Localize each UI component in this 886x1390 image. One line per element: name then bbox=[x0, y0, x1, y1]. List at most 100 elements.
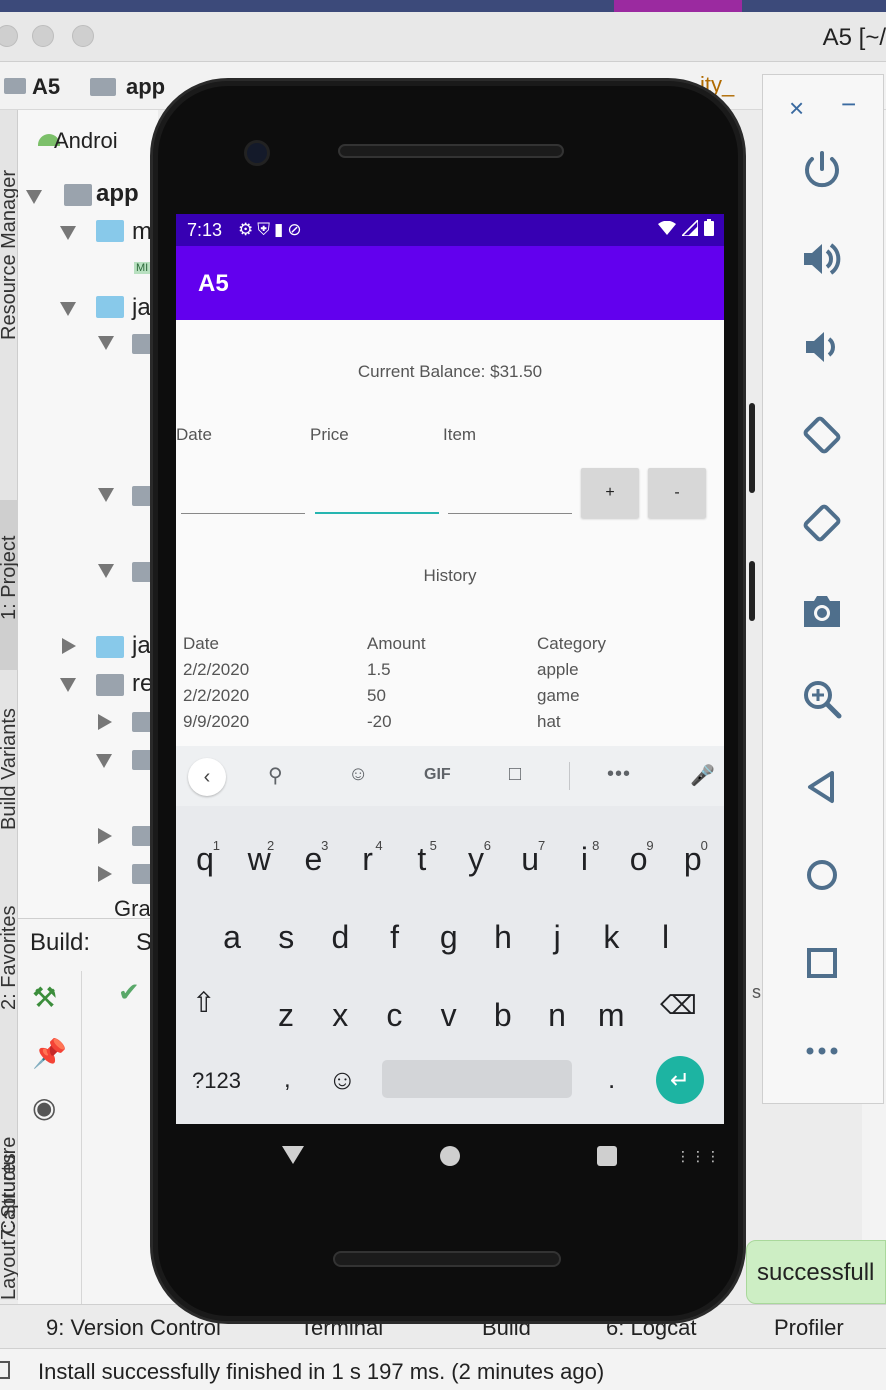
more-icon[interactable] bbox=[796, 1025, 848, 1077]
rotate-right-icon[interactable] bbox=[796, 497, 848, 549]
subtract-transaction-button[interactable]: - bbox=[648, 468, 706, 518]
camera-icon[interactable] bbox=[796, 585, 848, 637]
key-q[interactable]: q1 bbox=[178, 828, 232, 890]
enter-key[interactable]: ↵ bbox=[656, 1056, 704, 1104]
key-b[interactable]: b bbox=[476, 984, 530, 1046]
nav-recents-icon[interactable] bbox=[597, 1146, 617, 1166]
key-h[interactable]: h bbox=[476, 906, 530, 968]
comma-key[interactable]: , bbox=[284, 1066, 291, 1094]
period-key[interactable]: . bbox=[608, 1064, 615, 1095]
collapse-arrow-icon[interactable] bbox=[98, 714, 112, 730]
close-window-button[interactable] bbox=[0, 25, 18, 47]
zoom-window-button[interactable] bbox=[72, 25, 94, 47]
status-toggle-icon[interactable] bbox=[0, 1361, 10, 1379]
backspace-icon[interactable]: ⌫ bbox=[660, 990, 697, 1021]
microphone-icon[interactable]: 🎤 bbox=[690, 763, 715, 788]
breadcrumb-module[interactable]: app bbox=[126, 74, 165, 100]
space-bar[interactable] bbox=[382, 1060, 572, 1098]
expand-arrow-icon[interactable] bbox=[60, 302, 76, 316]
item-input[interactable] bbox=[448, 470, 572, 514]
power-icon[interactable] bbox=[796, 145, 848, 197]
search-icon[interactable]: ⚲ bbox=[268, 763, 283, 788]
back-icon[interactable] bbox=[796, 761, 848, 813]
emoji-icon[interactable]: ☺ bbox=[328, 1064, 357, 1096]
collapse-arrow-icon[interactable] bbox=[62, 638, 76, 654]
expand-arrow-icon[interactable] bbox=[98, 564, 114, 578]
chevron-left-icon[interactable]: ‹ bbox=[188, 758, 226, 796]
more-options-button[interactable]: ••• bbox=[607, 763, 631, 786]
tab-version-control[interactable]: 9: Version Control bbox=[46, 1315, 221, 1341]
overview-icon[interactable] bbox=[796, 937, 848, 989]
key-n[interactable]: n bbox=[530, 984, 584, 1046]
key-s[interactable]: s bbox=[259, 906, 313, 968]
volume-down-icon[interactable] bbox=[796, 321, 848, 373]
home-icon[interactable] bbox=[796, 849, 848, 901]
key-u[interactable]: u7 bbox=[503, 828, 557, 890]
rotate-left-icon[interactable] bbox=[796, 409, 848, 461]
add-transaction-button[interactable]: + bbox=[581, 468, 639, 518]
key-v[interactable]: v bbox=[422, 984, 476, 1046]
tree-label: ja bbox=[132, 294, 151, 321]
translate-icon[interactable]: □ bbox=[509, 763, 521, 786]
key-g[interactable]: g bbox=[422, 906, 476, 968]
key-i[interactable]: i8 bbox=[557, 828, 611, 890]
install-success-notification[interactable]: successfull bbox=[746, 1240, 886, 1304]
nav-back-icon[interactable] bbox=[282, 1146, 304, 1164]
key-d[interactable]: d bbox=[313, 906, 367, 968]
zoom-icon[interactable] bbox=[796, 673, 848, 725]
history-category: game bbox=[537, 686, 580, 705]
expand-arrow-icon[interactable] bbox=[98, 336, 114, 350]
minimize-window-button[interactable] bbox=[32, 25, 54, 47]
key-f[interactable]: f bbox=[368, 906, 422, 968]
pin-icon[interactable]: 📌 bbox=[32, 1037, 67, 1070]
key-m[interactable]: m bbox=[584, 984, 638, 1046]
key-w[interactable]: w2 bbox=[232, 828, 286, 890]
emulator-close-button[interactable]: × bbox=[789, 93, 804, 124]
key-label: c bbox=[386, 996, 403, 1033]
eye-icon[interactable]: ◉ bbox=[32, 1091, 56, 1124]
key-t[interactable]: t5 bbox=[395, 828, 449, 890]
key-j[interactable]: j bbox=[530, 906, 584, 968]
expand-arrow-icon[interactable] bbox=[96, 754, 112, 768]
sticker-icon[interactable]: ☺ bbox=[348, 763, 368, 786]
window-title: A5 [~/ bbox=[822, 24, 886, 51]
key-c[interactable]: c bbox=[367, 984, 421, 1046]
breadcrumb-project[interactable]: A5 bbox=[32, 74, 60, 100]
hammer-icon[interactable]: ⚒ bbox=[32, 981, 57, 1014]
collapse-arrow-icon[interactable] bbox=[98, 828, 112, 844]
symbols-key[interactable]: ?123 bbox=[192, 1068, 241, 1094]
collapse-arrow-icon[interactable] bbox=[98, 866, 112, 882]
volume-up-icon[interactable] bbox=[796, 233, 848, 285]
project-panel-title[interactable]: Androi bbox=[54, 128, 118, 154]
key-l[interactable]: l bbox=[639, 906, 693, 968]
key-p[interactable]: p0 bbox=[666, 828, 720, 890]
tab-profiler[interactable]: Profiler bbox=[774, 1315, 844, 1341]
desktop-window-edge bbox=[614, 0, 742, 12]
expand-arrow-icon[interactable] bbox=[60, 678, 76, 692]
expand-arrow-icon[interactable] bbox=[60, 226, 76, 240]
key-k[interactable]: k bbox=[584, 906, 638, 968]
keyboard-switch-icon[interactable]: ⋮⋮⋮ bbox=[676, 1148, 721, 1165]
expand-arrow-icon[interactable] bbox=[98, 488, 114, 502]
nav-home-icon[interactable] bbox=[440, 1146, 460, 1166]
key-o[interactable]: o9 bbox=[612, 828, 666, 890]
key-r[interactable]: r4 bbox=[341, 828, 395, 890]
key-label: z bbox=[278, 996, 294, 1033]
build-toolbar: ⚒ 📌 ◉ bbox=[18, 971, 82, 1305]
key-e[interactable]: e3 bbox=[286, 828, 340, 890]
gif-button[interactable]: GIF bbox=[424, 766, 451, 784]
price-input[interactable] bbox=[315, 470, 439, 514]
key-x[interactable]: x bbox=[313, 984, 367, 1046]
key-z[interactable]: z bbox=[259, 984, 313, 1046]
key-a[interactable]: a bbox=[205, 906, 259, 968]
package-icon bbox=[132, 562, 152, 582]
key-y[interactable]: y6 bbox=[449, 828, 503, 890]
build-panel-title: Build: bbox=[30, 929, 91, 956]
key-label: u bbox=[521, 840, 540, 877]
date-input[interactable] bbox=[181, 470, 305, 514]
emulator-minimize-button[interactable]: − bbox=[841, 89, 856, 120]
history-category: hat bbox=[537, 712, 561, 731]
shift-icon[interactable]: ⇧ bbox=[192, 986, 215, 1019]
table-row: 2/2/2020 50 game bbox=[183, 686, 713, 712]
expand-arrow-icon[interactable] bbox=[26, 190, 42, 204]
